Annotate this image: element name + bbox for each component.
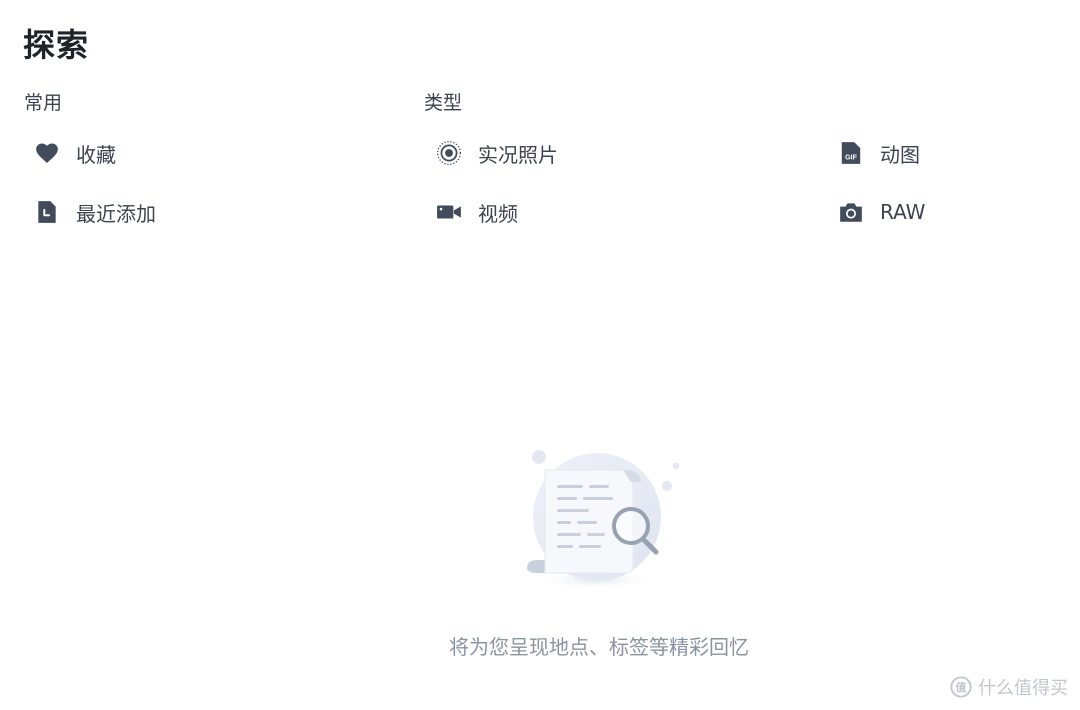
sidebar-item-gif[interactable]: GIF 动图	[838, 133, 920, 173]
page-title: 探索	[23, 26, 90, 64]
sidebar-item-favorites[interactable]: 收藏	[34, 133, 116, 173]
recent-file-icon	[34, 199, 60, 225]
sidebar-item-video[interactable]: 视频	[436, 192, 518, 232]
item-label: 视频	[478, 201, 518, 226]
smzdm-logo: 值	[950, 676, 972, 698]
sidebar-item-raw[interactable]: RAW	[838, 192, 925, 232]
item-label: 收藏	[76, 142, 116, 167]
item-label: 最近添加	[76, 201, 156, 226]
section-label-common: 常用	[24, 92, 63, 114]
camera-icon	[838, 199, 864, 225]
document-search-illustration	[515, 440, 685, 590]
item-label: 动图	[880, 142, 920, 167]
section-label-types: 类型	[424, 92, 463, 114]
live-photo-icon	[436, 140, 462, 166]
sidebar-item-live-photo[interactable]: 实况照片	[436, 133, 558, 173]
svg-text:值: 值	[956, 680, 967, 694]
watermark: 值 什么值得买	[950, 674, 1068, 700]
heart-icon	[34, 140, 60, 166]
empty-state-message: 将为您呈现地点、标签等精彩回忆	[449, 635, 749, 659]
item-label: RAW	[880, 200, 926, 224]
svg-text:GIF: GIF	[845, 155, 857, 162]
gif-icon: GIF	[838, 140, 864, 166]
watermark-text: 什么值得买	[978, 678, 1068, 699]
sidebar-item-recent[interactable]: 最近添加	[34, 192, 156, 232]
item-label: 实况照片	[478, 142, 558, 167]
video-camera-icon	[436, 199, 462, 225]
